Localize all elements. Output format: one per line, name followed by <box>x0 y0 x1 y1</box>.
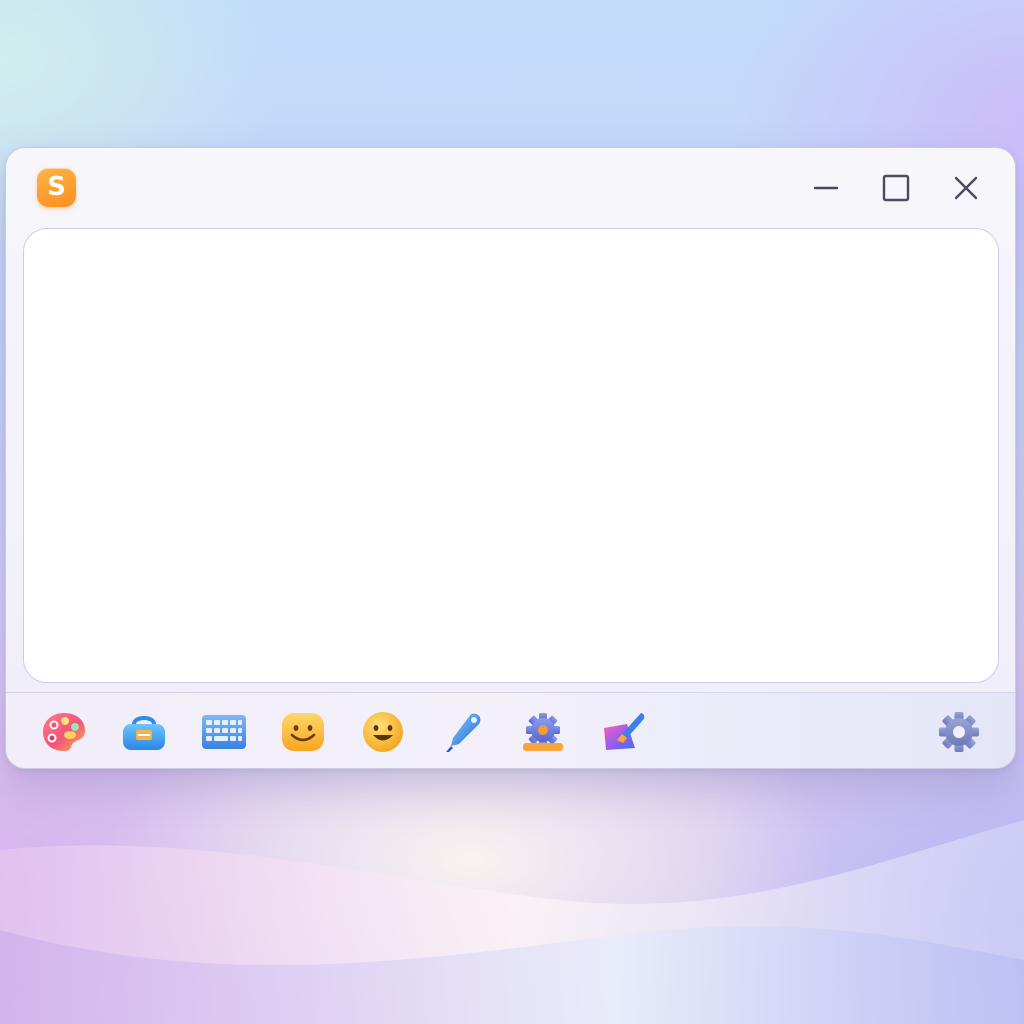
gear-tools-button[interactable] <box>519 709 567 755</box>
app-logo-icon: S <box>37 168 76 207</box>
emoticon-button[interactable] <box>279 709 327 755</box>
close-icon <box>954 176 978 200</box>
brush-icon <box>604 713 645 750</box>
emoticon-icon <box>282 713 324 751</box>
maximize-icon <box>882 174 910 202</box>
settings-button[interactable] <box>935 709 983 755</box>
pen-icon <box>446 713 481 752</box>
toolbox-button[interactable] <box>120 709 168 755</box>
text-input-area[interactable] <box>23 228 999 683</box>
palette-button[interactable] <box>40 709 88 755</box>
title-bar[interactable]: S <box>6 148 1015 228</box>
emoji-button[interactable] <box>359 709 407 755</box>
pen-button[interactable] <box>439 709 487 755</box>
settings-gear-icon <box>939 712 979 752</box>
maximize-button[interactable] <box>876 168 916 208</box>
emoji-icon <box>363 712 403 752</box>
minimize-button[interactable] <box>806 168 846 208</box>
toolbox-icon <box>123 716 165 750</box>
minimize-icon <box>813 186 839 190</box>
keyboard-button[interactable] <box>200 709 248 755</box>
gear-tools-icon <box>523 713 563 751</box>
app-window: S <box>5 147 1016 769</box>
keyboard-icon <box>202 715 246 749</box>
brush-button[interactable] <box>600 709 648 755</box>
palette-icon <box>43 713 86 751</box>
bottom-toolbar <box>6 692 1015 768</box>
close-button[interactable] <box>946 168 986 208</box>
